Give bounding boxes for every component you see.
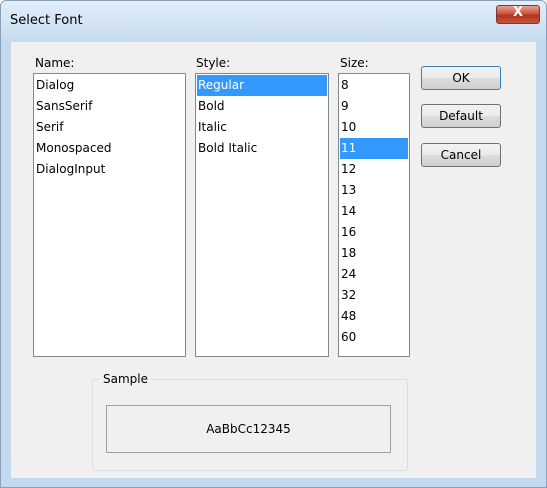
font-size-item[interactable]: 11 xyxy=(340,138,408,159)
close-icon: X xyxy=(512,5,524,20)
font-size-item[interactable]: 9 xyxy=(340,96,408,117)
font-size-item[interactable]: 12 xyxy=(340,159,408,180)
close-button[interactable]: X xyxy=(496,5,540,24)
default-button[interactable]: Default xyxy=(421,104,501,128)
font-name-item[interactable]: Dialog xyxy=(35,75,184,96)
style-label: Style: xyxy=(196,56,231,70)
font-name-item[interactable]: SansSerif xyxy=(35,96,184,117)
font-name-item[interactable]: Monospaced xyxy=(35,138,184,159)
font-size-item[interactable]: 18 xyxy=(340,243,408,264)
font-size-item[interactable]: 32 xyxy=(340,285,408,306)
ok-button[interactable]: OK xyxy=(421,66,501,90)
window-title: Select Font xyxy=(10,13,83,28)
sample-preview: AaBbCc12345 xyxy=(106,405,391,453)
name-label: Name: xyxy=(35,56,75,70)
dialog-content: Name: Style: Size: Dialog SansSerif Serif M… xyxy=(11,42,536,478)
title-bar[interactable]: Select Font X xyxy=(1,1,546,41)
font-name-list[interactable]: Dialog SansSerif Serif Monospaced DialogInpu… xyxy=(33,73,186,357)
font-size-item[interactable]: 10 xyxy=(340,117,408,138)
font-size-item[interactable]: 13 xyxy=(340,180,408,201)
font-style-list[interactable]: Regular Bold Italic Bold Italic xyxy=(195,73,329,357)
size-label: Size: xyxy=(340,56,369,70)
font-size-item[interactable]: 8 xyxy=(340,75,408,96)
font-size-item[interactable]: 16 xyxy=(340,222,408,243)
font-size-item[interactable]: 24 xyxy=(340,264,408,285)
font-size-item[interactable]: 60 xyxy=(340,327,408,348)
font-name-item[interactable]: DialogInput xyxy=(35,159,184,180)
select-font-dialog: Select Font X Name: Style: Size: Dialog S… xyxy=(0,0,547,488)
font-style-item[interactable]: Bold Italic xyxy=(197,138,327,159)
sample-label: Sample xyxy=(100,372,151,386)
cancel-button[interactable]: Cancel xyxy=(421,143,501,167)
font-size-item[interactable]: 14 xyxy=(340,201,408,222)
font-name-item[interactable]: Serif xyxy=(35,117,184,138)
font-style-item[interactable]: Bold xyxy=(197,96,327,117)
font-style-item[interactable]: Italic xyxy=(197,117,327,138)
font-style-item[interactable]: Regular xyxy=(197,75,327,96)
font-size-item[interactable]: 48 xyxy=(340,306,408,327)
font-size-list[interactable]: 8 9 10 11 12 13 14 16 18 24 32 48 60 xyxy=(338,73,410,357)
